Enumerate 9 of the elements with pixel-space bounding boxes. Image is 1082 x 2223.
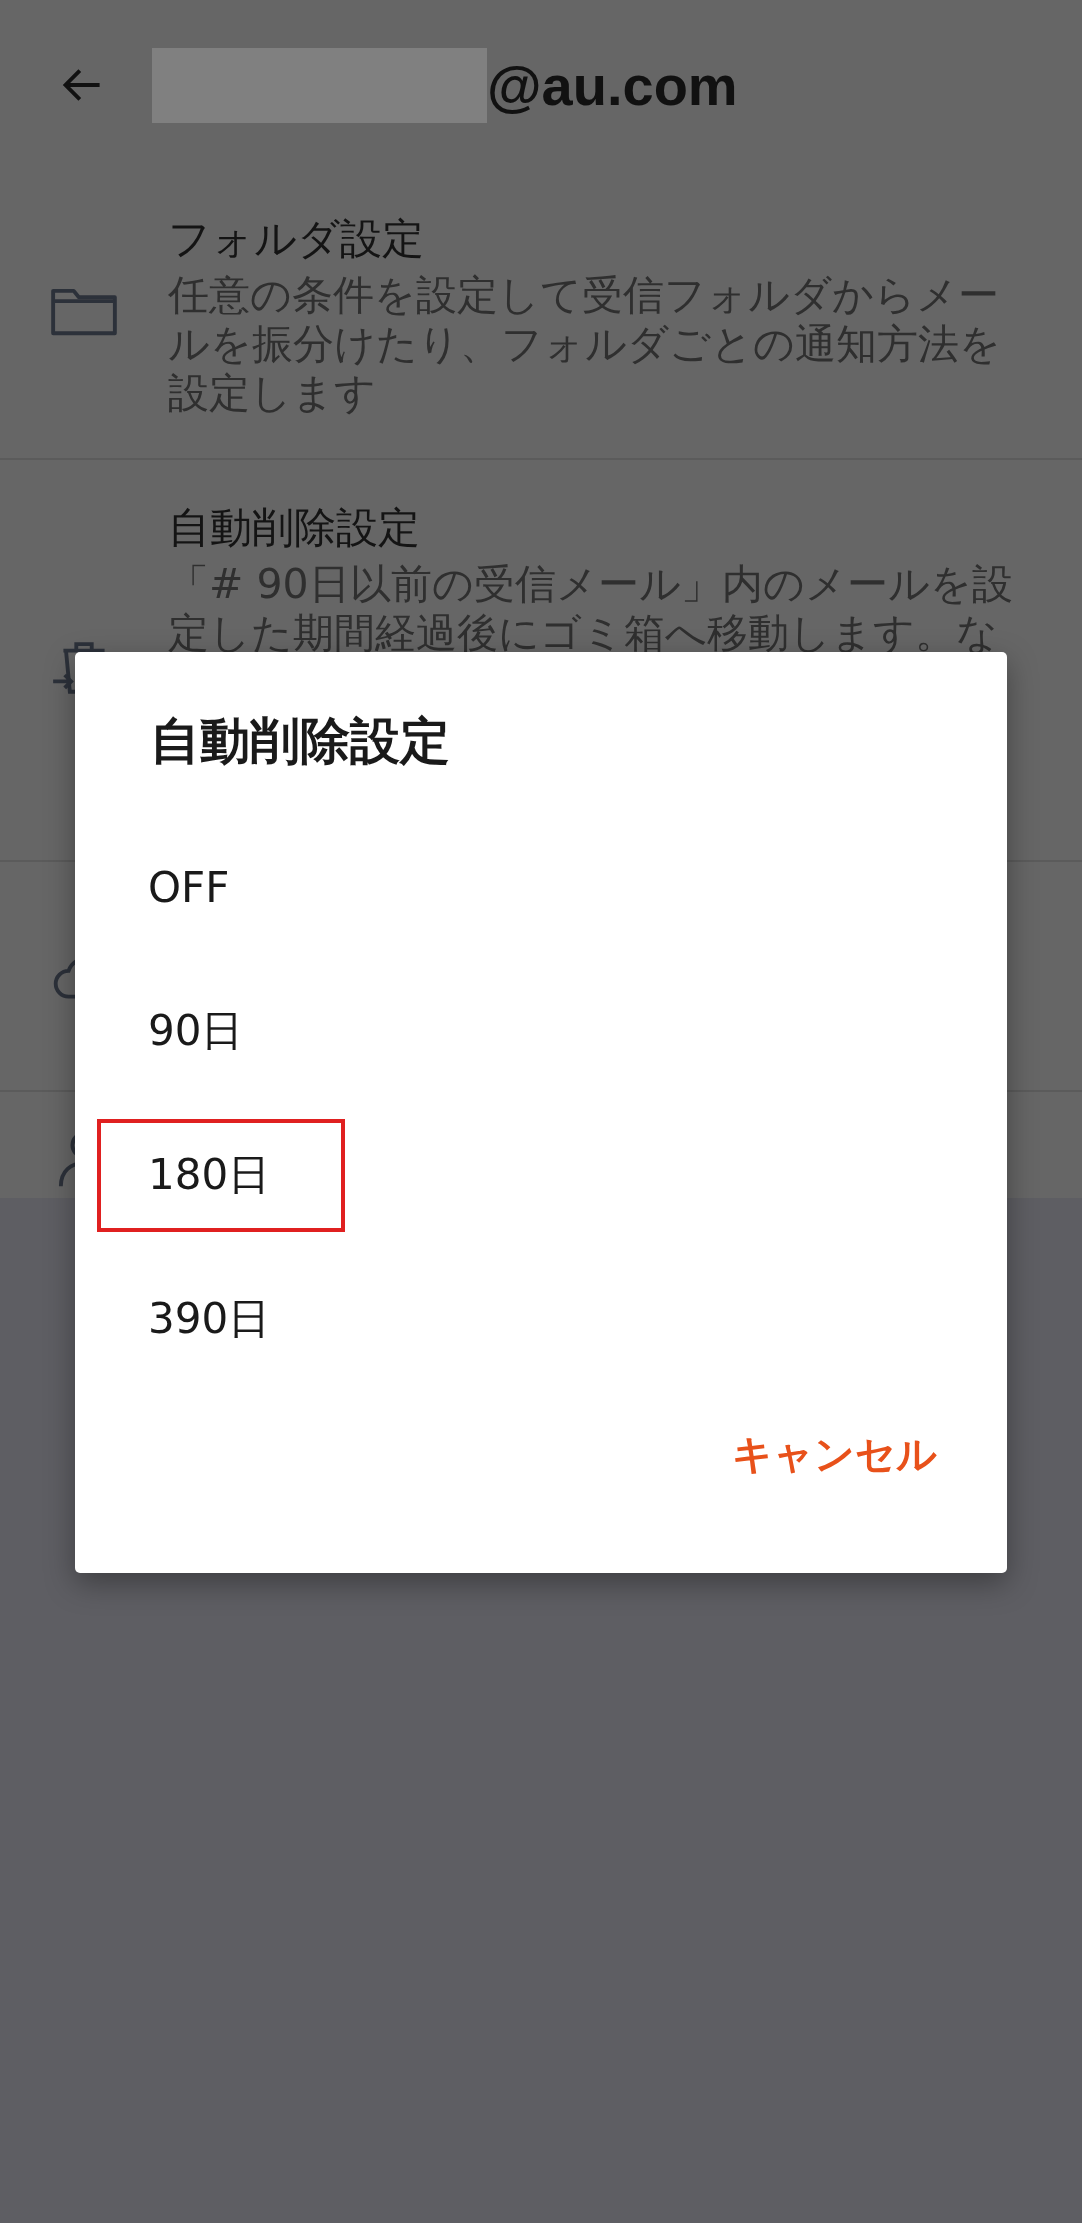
option-item[interactable]: 180日 bbox=[97, 1118, 345, 1232]
option-item[interactable]: 90日 bbox=[97, 974, 345, 1088]
setting-title: フォルダ設定 bbox=[168, 212, 425, 265]
account-title: @au.com bbox=[487, 52, 738, 118]
cancel-button[interactable]: キャンセル bbox=[732, 1427, 937, 1482]
dialog-title: 自動削除設定 bbox=[149, 711, 451, 772]
option-item[interactable]: OFF bbox=[97, 830, 345, 944]
option-item[interactable]: 390日 bbox=[97, 1262, 345, 1376]
setting-title: 自動削除設定 bbox=[168, 502, 421, 554]
